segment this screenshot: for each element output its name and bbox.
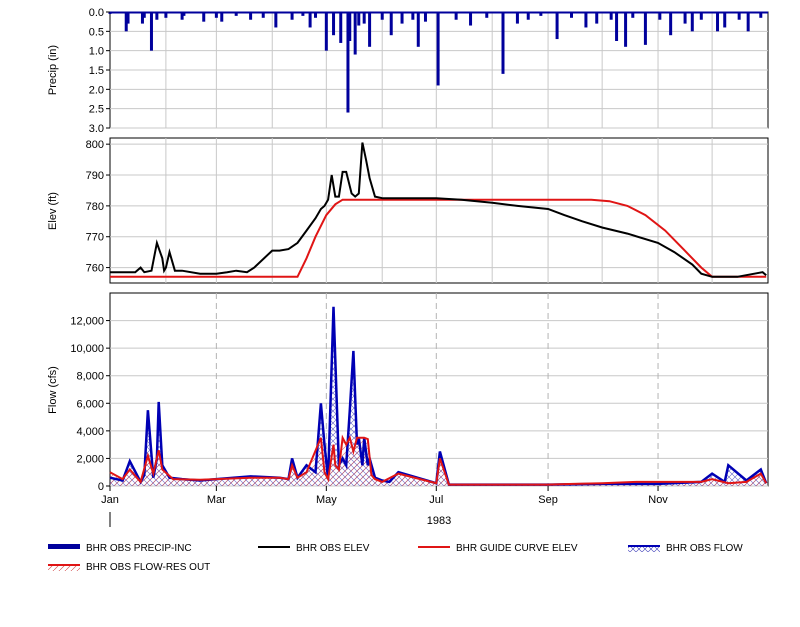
- legend-item: BHR GUIDE CURVE ELEV: [418, 543, 578, 554]
- x-axis-ticks: Jan Mar May Jul Sep Nov: [101, 486, 668, 506]
- precip-bar: [339, 12, 343, 43]
- precip-bar: [501, 12, 505, 74]
- precip-bar: [624, 12, 628, 47]
- precip-tick-label: 2.5: [89, 104, 104, 116]
- legend: BHR OBS PRECIP-INC BHR OBS ELEV BHR GUIDE …: [48, 543, 743, 573]
- elev-tick-label: 800: [86, 139, 104, 151]
- chart-figure: 0.0 0.5 1.0 1.5 2.0 2.5 3.0 Precip (in) 760 770…: [0, 0, 800, 627]
- precip-bar: [436, 12, 440, 86]
- precip-bar: [389, 12, 393, 36]
- flow-y-ticks: 0 2,000 4,000 6,000 8,000 10,000 12,000: [70, 316, 110, 493]
- precip-bar: [362, 12, 366, 24]
- precip-bar: [669, 12, 673, 36]
- elev-tick-label: 760: [86, 263, 104, 275]
- precip-bar: [400, 12, 404, 24]
- legend-item: BHR OBS FLOW-RES OUT: [48, 562, 210, 573]
- elev-plot-area: [109, 137, 769, 284]
- elev-tick-label: 780: [86, 201, 104, 213]
- x-tick-label: Jan: [101, 494, 119, 506]
- precip-bar: [368, 12, 372, 47]
- chart-canvas: 0.0 0.5 1.0 1.5 2.0 2.5 3.0 Precip (in) 760 770…: [47, 7, 769, 573]
- precip-bar: [595, 12, 599, 24]
- precip-bar: [126, 12, 130, 24]
- precip-bar: [416, 12, 420, 47]
- precip-bar: [274, 12, 278, 28]
- precip-bar: [515, 12, 519, 24]
- legend-item: BHR OBS ELEV: [258, 543, 370, 554]
- flow-tick-label: 6,000: [76, 398, 104, 410]
- precip-tick-label: 0.0: [89, 7, 104, 19]
- flow-tick-label: 12,000: [70, 316, 104, 328]
- x-tick-label: Jul: [429, 494, 443, 506]
- flow-tick-label: 10,000: [70, 343, 104, 355]
- x-tick-label: May: [316, 494, 337, 506]
- elev-y-ticks: 760 770 780 790 800: [86, 139, 110, 275]
- legend-label: BHR OBS FLOW-RES OUT: [86, 562, 210, 573]
- flow-tick-label: 8,000: [76, 371, 104, 383]
- legend-label: BHR GUIDE CURVE ELEV: [456, 543, 578, 554]
- precip-bar: [149, 12, 153, 51]
- x-axis-year-label: 1983: [427, 515, 451, 527]
- precip-bar: [555, 12, 559, 40]
- precip-bar: [332, 12, 336, 36]
- precip-bar: [723, 12, 727, 28]
- elev-panel: 760 770 780 790 800 Elev (ft): [47, 137, 769, 284]
- elev-y-axis-label: Elev (ft): [47, 192, 59, 230]
- precip-bar: [584, 12, 588, 28]
- legend-label: BHR OBS ELEV: [296, 543, 370, 554]
- flow-tick-label: 4,000: [76, 426, 104, 438]
- precip-bar: [615, 12, 619, 41]
- precip-y-ticks: 0.0 0.5 1.0 1.5 2.0 2.5 3.0: [89, 7, 110, 135]
- precip-bar: [348, 12, 352, 41]
- precip-bar: [353, 12, 357, 55]
- x-tick-label: Nov: [648, 494, 668, 506]
- legend-item: BHR OBS PRECIP-INC: [48, 543, 192, 554]
- legend-swatch-precip: [48, 544, 80, 549]
- precip-tick-label: 0.5: [89, 26, 104, 38]
- precip-y-axis-label: Precip (in): [47, 45, 59, 95]
- elev-tick-label: 770: [86, 232, 104, 244]
- precip-bar: [716, 12, 720, 32]
- legend-item: BHR OBS FLOW: [628, 543, 743, 554]
- flow-y-axis-label: Flow (cfs): [47, 366, 59, 414]
- precip-bar: [357, 12, 361, 26]
- flow-tick-label: 0: [98, 481, 104, 493]
- precip-bar: [308, 12, 312, 28]
- legend-label: BHR OBS FLOW: [666, 543, 743, 554]
- x-tick-label: Sep: [538, 494, 558, 506]
- x-tick-label: Mar: [207, 494, 226, 506]
- precip-bar: [469, 12, 473, 26]
- precip-bar: [690, 12, 694, 32]
- precip-panel: 0.0 0.5 1.0 1.5 2.0 2.5 3.0 Precip (in): [47, 7, 769, 135]
- flow-panel: 0 2,000 4,000 6,000 8,000 10,000 12,000 Jan Mar…: [47, 292, 769, 527]
- precip-bar: [683, 12, 687, 24]
- legend-label: BHR OBS PRECIP-INC: [86, 543, 192, 554]
- elev-tick-label: 790: [86, 170, 104, 182]
- precip-tick-label: 1.5: [89, 65, 104, 77]
- precip-bar: [643, 12, 647, 45]
- precip-bar: [746, 12, 750, 32]
- precip-bar: [324, 12, 328, 51]
- flow-tick-label: 2,000: [76, 453, 104, 465]
- precip-tick-label: 3.0: [89, 123, 104, 135]
- precip-tick-label: 2.0: [89, 84, 104, 96]
- precip-tick-label: 1.0: [89, 46, 104, 58]
